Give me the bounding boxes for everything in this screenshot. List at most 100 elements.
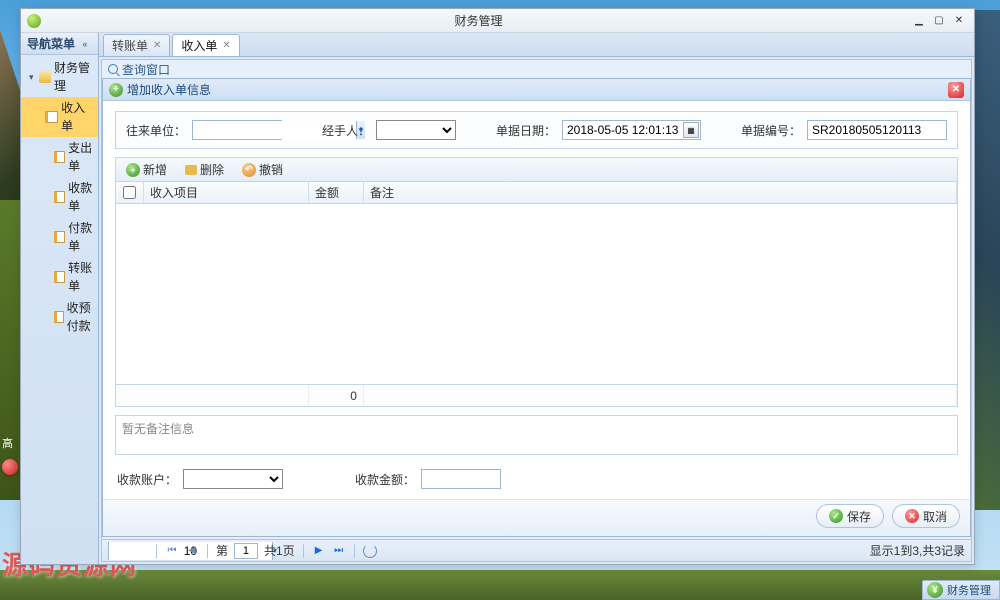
- grid-body-empty: [116, 204, 957, 384]
- yen-icon: ¥: [927, 582, 943, 598]
- account-label: 收款账户：: [117, 471, 177, 488]
- remarks-textarea[interactable]: 暂无备注信息: [115, 415, 958, 455]
- modal-close-button[interactable]: ✕: [948, 82, 964, 98]
- grid-header-amount[interactable]: 金额: [309, 182, 364, 203]
- page-size-combo[interactable]: ▾: [108, 542, 148, 560]
- handler-label: 经手人：: [322, 122, 370, 139]
- check-icon: ✓: [829, 509, 843, 523]
- calendar-icon[interactable]: ▦: [683, 122, 699, 138]
- grid-header-item[interactable]: 收入项目: [144, 182, 309, 203]
- expand-icon[interactable]: ▾: [29, 68, 37, 86]
- docno-input[interactable]: [807, 120, 947, 140]
- pager-next-button[interactable]: ▶: [312, 544, 326, 558]
- tree-node-expense[interactable]: 支出单: [21, 137, 98, 177]
- form-row-top: 往来单位： ▼ 经手人： 单据日期：: [115, 111, 958, 149]
- tab-label: 收入单: [181, 37, 217, 54]
- close-window-button[interactable]: ✕: [950, 14, 968, 28]
- grid-zone: + 新增 删除 ↶ 撤销: [115, 157, 958, 407]
- file-icon: [54, 191, 65, 203]
- file-icon: [54, 271, 65, 283]
- cross-icon: ✕: [905, 509, 919, 523]
- pager: ▾ ⏮ ◀ 第 共1页 ▶ ⏭ 显示1到3,共3记录: [102, 539, 971, 561]
- file-icon: [54, 311, 64, 323]
- grid-add-label: 新增: [143, 161, 167, 178]
- nav-collapse-button[interactable]: «: [78, 37, 92, 51]
- maximize-button[interactable]: ▢: [930, 14, 948, 28]
- grid-select-all-checkbox[interactable]: [123, 186, 136, 199]
- save-button[interactable]: ✓ 保存: [816, 504, 884, 528]
- nav-tree: ▾ 财务管理 收入单 支出单 收款单 付款单: [21, 55, 98, 564]
- grid-delete-button[interactable]: 删除: [181, 159, 228, 180]
- tab-income[interactable]: 收入单 ✕: [172, 34, 239, 56]
- pager-prev-button[interactable]: ◀: [185, 544, 199, 558]
- docno-label: 单据编号：: [741, 122, 801, 139]
- pager-info-label: 显示1到3,共3记录: [870, 542, 965, 559]
- status-corner[interactable]: ¥ 财务管理: [922, 580, 1000, 600]
- main-window: 财务管理 ▁ ▢ ✕ 导航菜单 « ▾ 财务管理 收入单: [20, 8, 975, 565]
- power-icon[interactable]: [2, 459, 18, 475]
- pay-amount-input[interactable]: [421, 469, 501, 489]
- tab-close-icon[interactable]: ✕: [153, 40, 161, 51]
- pager-last-button[interactable]: ⏭: [332, 544, 346, 558]
- tree-node-payment[interactable]: 付款单: [21, 217, 98, 257]
- left-label: 高: [2, 435, 18, 451]
- tab-content: 查询窗口 + 增加收入单信息 ✕ 往来单位：: [101, 59, 972, 562]
- grid-undo-button[interactable]: ↶ 撤销: [238, 159, 287, 180]
- handler-select[interactable]: [376, 120, 456, 140]
- tree-label: 收入单: [61, 99, 94, 135]
- payment-row: 收款账户： 收款金额：: [115, 463, 958, 493]
- content-area: 转账单 ✕ 收入单 ✕ 查询窗口 + 增加收入单信息: [99, 33, 974, 564]
- grid-toolbar: + 新增 删除 ↶ 撤销: [116, 158, 957, 182]
- window-title: 财务管理: [47, 12, 910, 29]
- minimize-button[interactable]: ▁: [910, 14, 928, 28]
- pager-refresh-button[interactable]: [363, 544, 377, 558]
- nav-panel: 导航菜单 « ▾ 财务管理 收入单 支出单: [21, 33, 99, 564]
- tab-label: 转账单: [112, 37, 148, 54]
- cancel-label: 取消: [923, 508, 947, 525]
- grid-footer-total: 0: [309, 385, 364, 406]
- grid-add-button[interactable]: + 新增: [122, 159, 171, 180]
- pager-page-word: 第: [216, 542, 228, 559]
- modal-footer: ✓ 保存 ✕ 取消: [103, 499, 970, 536]
- modal-add-income: + 增加收入单信息 ✕ 往来单位： ▼: [102, 78, 971, 537]
- tree-node-transfer[interactable]: 转账单: [21, 257, 98, 297]
- titlebar: 财务管理 ▁ ▢ ✕: [21, 9, 974, 33]
- file-icon: [54, 151, 65, 163]
- nav-header: 导航菜单 «: [21, 33, 98, 55]
- date-input[interactable]: [563, 121, 683, 139]
- status-corner-label: 财务管理: [947, 582, 991, 598]
- tree-node-income[interactable]: 收入单: [21, 97, 98, 137]
- folder-icon: [39, 71, 51, 83]
- grid-undo-label: 撤销: [259, 161, 283, 178]
- tree-node-root[interactable]: ▾ 财务管理: [21, 57, 98, 97]
- tab-strip: 转账单 ✕ 收入单 ✕: [99, 33, 974, 57]
- grid-header: 收入项目 金额 备注: [116, 182, 957, 204]
- grid-header-remark[interactable]: 备注: [364, 182, 957, 203]
- modal-title: 增加收入单信息: [127, 81, 211, 98]
- cancel-button[interactable]: ✕ 取消: [892, 504, 960, 528]
- plus-icon: +: [109, 83, 123, 97]
- plus-icon: +: [126, 163, 140, 177]
- pager-page-input[interactable]: [234, 543, 258, 559]
- grid-delete-label: 删除: [200, 161, 224, 178]
- party-combo[interactable]: ▼: [192, 120, 282, 140]
- tree-node-receipt[interactable]: 收款单: [21, 177, 98, 217]
- tree-label: 收款单: [68, 179, 94, 215]
- pay-amount-label: 收款金额：: [355, 471, 415, 488]
- date-field[interactable]: ▦: [562, 120, 701, 140]
- tree-label: 转账单: [68, 259, 94, 295]
- app-icon: [27, 14, 41, 28]
- search-bar-label: 查询窗口: [122, 61, 170, 78]
- tree-node-advance[interactable]: 收预付款: [21, 297, 98, 337]
- date-label: 单据日期：: [496, 122, 556, 139]
- search-bar[interactable]: 查询窗口: [102, 60, 971, 78]
- grid-footer: 0: [116, 384, 957, 406]
- pager-total-pages: 共1页: [264, 542, 295, 559]
- save-label: 保存: [847, 508, 871, 525]
- pager-first-button[interactable]: ⏮: [165, 544, 179, 558]
- tab-transfer[interactable]: 转账单 ✕: [103, 34, 170, 56]
- modal-header: + 增加收入单信息 ✕: [103, 79, 970, 101]
- account-select[interactable]: [183, 469, 283, 489]
- tree-label-root: 财务管理: [54, 59, 94, 95]
- tab-close-icon[interactable]: ✕: [222, 40, 230, 51]
